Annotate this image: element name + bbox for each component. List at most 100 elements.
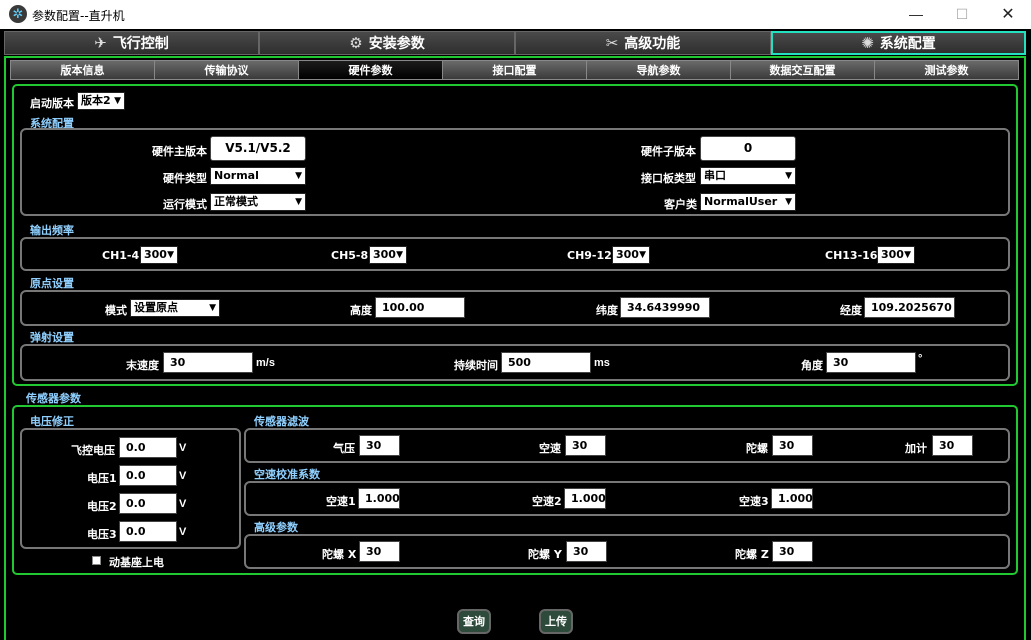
tab-label: 安装参数	[368, 36, 425, 52]
angle-unit: °	[918, 353, 923, 365]
voltage3-unit: V	[179, 526, 187, 538]
ch9-12-label: CH9-12	[567, 249, 612, 262]
minimize-button[interactable]: —	[893, 0, 939, 29]
wrench-circle-icon: ⚙	[349, 34, 363, 52]
main-tab-bar: ✈ 飞行控制 ⚙ 安装参数 ✂ 高级功能 ✺ 系统配置	[4, 31, 1026, 55]
airspeed1-cal-input[interactable]: 1.000	[358, 488, 400, 509]
fc-voltage-label: 飞控电压	[71, 444, 115, 457]
run-mode-label: 运行模式	[163, 198, 207, 211]
fc-voltage-input[interactable]: 0.0	[119, 437, 177, 458]
end-speed-label: 末速度	[126, 359, 159, 372]
ch5-8-label: CH5-8	[331, 249, 369, 262]
interface-board-type-label: 接口板类型	[641, 172, 696, 185]
query-button[interactable]: 查询	[457, 609, 491, 634]
ejection-title: 弹射设置	[30, 331, 74, 344]
voltage-title: 电压修正	[30, 415, 74, 428]
select-value: 版本2	[81, 94, 111, 107]
latitude-input[interactable]: 34.6439990	[620, 297, 710, 318]
subtab-hardware-params[interactable]: 硬件参数	[298, 60, 443, 80]
airspeed-filter-input[interactable]: 30	[565, 435, 606, 456]
maximize-button[interactable]: ☐	[939, 0, 985, 29]
gyro-filter-input[interactable]: 30	[772, 435, 813, 456]
airspeed-cal-title: 空速校准系数	[254, 468, 320, 481]
voltage2-input[interactable]: 0.0	[119, 493, 177, 514]
airspeed3-cal-label: 空速3	[739, 495, 769, 508]
chevron-down-icon: ▼	[114, 96, 121, 106]
customer-type-select[interactable]: NormalUser ▼	[700, 193, 796, 211]
subtab-transport-protocol[interactable]: 传输协议	[154, 60, 299, 80]
subtab-navigation-params[interactable]: 导航参数	[586, 60, 731, 80]
ch1-4-label: CH1-4	[102, 249, 140, 262]
select-value: 正常模式	[214, 195, 258, 208]
tab-advanced-functions[interactable]: ✂ 高级功能	[515, 31, 771, 55]
run-mode-select[interactable]: 正常模式 ▼	[210, 193, 306, 211]
gyro-z-input[interactable]: 30	[772, 541, 813, 562]
select-value: 300	[144, 248, 167, 261]
chevron-down-icon: ▼	[639, 250, 646, 260]
tools-icon: ✂	[605, 34, 619, 52]
select-value: 300	[373, 248, 396, 261]
voltage2-label: 电压2	[87, 500, 117, 513]
origin-mode-select[interactable]: 设置原点 ▼	[130, 299, 220, 317]
close-button[interactable]: ✕	[985, 0, 1031, 29]
output-freq-title: 输出频率	[30, 224, 74, 237]
hw-type-select[interactable]: Normal ▼	[210, 167, 306, 185]
tab-flight-control[interactable]: ✈ 飞行控制	[4, 31, 259, 55]
chevron-down-icon: ▼	[396, 250, 403, 260]
ch9-12-select[interactable]: 300 ▼	[612, 246, 650, 264]
select-value: 串口	[704, 169, 726, 182]
longitude-input[interactable]: 109.2025670	[864, 297, 955, 318]
airspeed2-cal-input[interactable]: 1.000	[564, 488, 606, 509]
interface-board-type-select[interactable]: 串口 ▼	[700, 167, 796, 185]
sensor-title: 传感器参数	[26, 392, 81, 405]
angle-input[interactable]: 30	[826, 352, 916, 373]
accel-filter-input[interactable]: 30	[932, 435, 973, 456]
boot-version-label: 启动版本	[30, 97, 74, 110]
origin-title: 原点设置	[30, 277, 74, 290]
gyro-x-label: 陀螺 X	[322, 548, 357, 561]
tab-system-config[interactable]: ✺ 系统配置	[771, 31, 1026, 55]
subtab-data-exchange-config[interactable]: 数据交互配置	[730, 60, 875, 80]
airspeed2-cal-label: 空速2	[532, 495, 562, 508]
tab-label: 系统配置	[879, 36, 936, 52]
gyro-y-input[interactable]: 30	[566, 541, 607, 562]
duration-input[interactable]: 500	[501, 352, 591, 373]
boot-version-select[interactable]: 版本2 ▼	[77, 92, 125, 110]
drone-icon: ✈	[94, 34, 107, 52]
end-speed-unit: m/s	[256, 357, 275, 369]
gyro-x-input[interactable]: 30	[359, 541, 400, 562]
upload-button[interactable]: 上传	[539, 609, 573, 634]
end-speed-input[interactable]: 30	[163, 352, 253, 373]
app-gear-icon: ✲	[9, 5, 27, 23]
ch13-16-select[interactable]: 300 ▼	[877, 246, 915, 264]
duration-label: 持续时间	[454, 359, 498, 372]
moving-base-power-label: 动基座上电	[109, 556, 164, 569]
subtab-test-params[interactable]: 测试参数	[874, 60, 1019, 80]
fc-voltage-unit: V	[179, 442, 187, 454]
chevron-down-icon: ▼	[904, 250, 911, 260]
hw-sub-version-field[interactable]: 0	[700, 136, 796, 161]
voltage3-label: 电压3	[87, 528, 117, 541]
select-value: NormalUser	[704, 195, 778, 208]
subtab-interface-config[interactable]: 接口配置	[442, 60, 587, 80]
hw-main-version-field[interactable]: V5.1/V5.2	[210, 136, 306, 161]
filter-title: 传感器滤波	[254, 415, 309, 428]
chevron-down-icon: ▼	[295, 197, 302, 207]
latitude-label: 纬度	[596, 304, 618, 317]
tab-label: 飞行控制	[112, 36, 169, 52]
airspeed3-cal-input[interactable]: 1.000	[771, 488, 813, 509]
altitude-input[interactable]: 100.00	[375, 297, 465, 318]
duration-unit: ms	[594, 357, 610, 369]
ch5-8-select[interactable]: 300 ▼	[369, 246, 407, 264]
voltage3-input[interactable]: 0.0	[119, 521, 177, 542]
window-title: 参数配置--直升机	[32, 9, 125, 23]
voltage1-label: 电压1	[87, 472, 117, 485]
subtab-version-info[interactable]: 版本信息	[10, 60, 155, 80]
origin-mode-label: 模式	[105, 304, 127, 317]
ch1-4-select[interactable]: 300 ▼	[140, 246, 178, 264]
moving-base-power-checkbox[interactable]	[92, 556, 101, 565]
baro-filter-input[interactable]: 30	[359, 435, 400, 456]
voltage1-input[interactable]: 0.0	[119, 465, 177, 486]
select-value: Normal	[214, 169, 259, 182]
tab-install-params[interactable]: ⚙ 安装参数	[259, 31, 515, 55]
